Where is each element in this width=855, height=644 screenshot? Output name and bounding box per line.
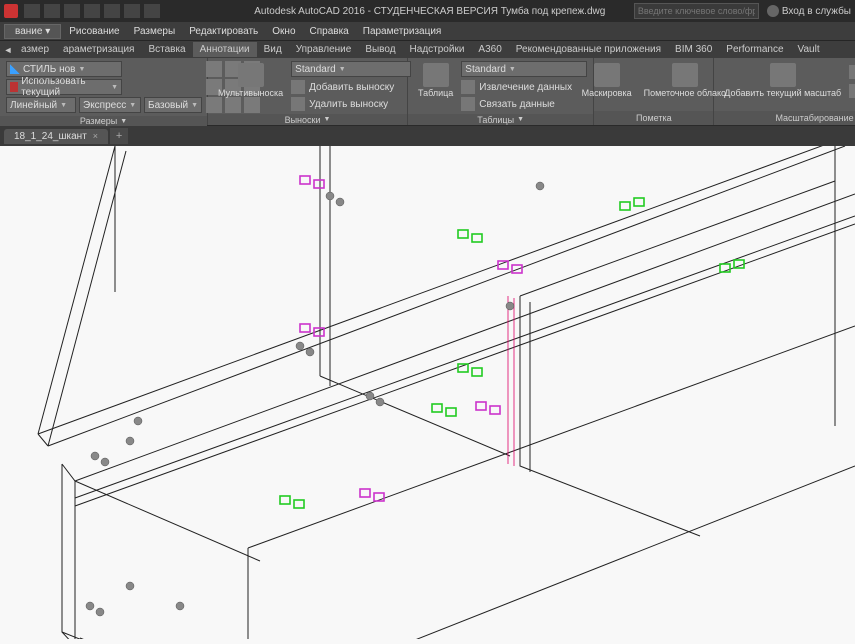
app-title: Autodesk AutoCAD 2016 - СТУДЕНЧЕСКАЯ ВЕР… (254, 6, 605, 17)
search-input[interactable] (634, 3, 759, 19)
remove-leader-button[interactable]: Удалить выноску (291, 97, 411, 111)
linear-combo[interactable]: Линейный▼ (6, 97, 76, 113)
menu-item[interactable]: вание ▾ (4, 24, 61, 39)
wipeout-icon (594, 63, 620, 87)
add-scale-icon (770, 63, 796, 87)
ribbon-tab[interactable]: Вид (257, 42, 289, 57)
sync-positions-icon (849, 84, 855, 98)
qat-button[interactable] (64, 4, 80, 18)
ribbon-panel-tables: Таблица Standard▼ Извлечение данных Связ… (408, 58, 594, 125)
ribbon-tab[interactable]: Вывод (358, 42, 402, 57)
qat-button[interactable] (144, 4, 160, 18)
menu-item[interactable]: Окно (266, 24, 301, 39)
new-tab-button[interactable]: + (110, 128, 128, 144)
drawing-canvas[interactable] (0, 146, 855, 639)
add-leader-button[interactable]: Добавить выноску (291, 80, 411, 94)
qat-button[interactable] (44, 4, 60, 18)
scale-list-button[interactable]: Список масштабов (849, 65, 855, 79)
scale-list-icon (849, 65, 855, 79)
use-current-label: Использовать текущий (21, 76, 108, 98)
ribbon-tab[interactable]: азмер (14, 42, 56, 57)
menu-item[interactable]: Параметризация (357, 24, 448, 39)
remove-leader-icon (291, 97, 305, 111)
add-leader-icon (291, 80, 305, 94)
close-icon[interactable]: × (93, 131, 98, 141)
base-combo[interactable]: Базовый▼ (144, 97, 202, 113)
layer-color-icon (10, 82, 18, 92)
menu-bar: вание ▾ Рисование Размеры Редактировать … (0, 22, 855, 40)
add-scale-button[interactable]: Добавить текущий масштаб (720, 61, 845, 101)
annotative-icon (10, 64, 20, 74)
link-data-icon (461, 97, 475, 111)
app-icon[interactable] (4, 4, 18, 18)
ribbon-panel-sizes: СТИЛЬ нов ▼ Использовать текущий ▼ Линей… (0, 58, 208, 125)
ribbon-tab[interactable]: Рекомендованные приложения (509, 42, 668, 57)
qat-button[interactable] (84, 4, 100, 18)
express-combo[interactable]: Экспресс▼ (79, 97, 141, 113)
qat-button[interactable] (104, 4, 120, 18)
base-label: Базовый (148, 100, 188, 111)
revcloud-icon (672, 63, 698, 87)
panel-title-sizes[interactable]: Размеры▼ (0, 116, 207, 126)
ribbon-panel-mark: Маскировка Пометочное облако Пометка (594, 58, 714, 125)
dim-style-combo[interactable]: СТИЛЬ нов ▼ (6, 61, 122, 77)
sync-positions-button[interactable]: Синх. положения (849, 84, 855, 98)
linear-label: Линейный (10, 100, 57, 111)
use-current-combo[interactable]: Использовать текущий ▼ (6, 79, 122, 95)
multileader-label: Мультивыноска (218, 89, 283, 99)
menu-item[interactable]: Рисование (63, 24, 125, 39)
ribbon-panel-scale: Добавить текущий масштаб Список масштабо… (714, 58, 855, 125)
multileader-button[interactable]: Мультивыноска (214, 61, 287, 101)
wipeout-label: Маскировка (582, 89, 632, 99)
table-button[interactable]: Таблица (414, 61, 457, 101)
ribbon-tab-annotations[interactable]: Аннотации (193, 42, 257, 57)
ribbon-tab[interactable]: араметризация (56, 42, 141, 57)
ribbon-tab[interactable]: Управление (289, 42, 359, 57)
ribbon-tab[interactable]: A360 (471, 42, 508, 57)
panel-title-leaders[interactable]: Выноски▼ (208, 114, 407, 125)
panel-title-scale: Масштабирование аннотаций (714, 111, 855, 125)
extract-data-button[interactable]: Извлечение данных (461, 80, 587, 94)
file-tab[interactable]: 18_1_24_шкант × (4, 129, 108, 144)
table-label: Таблица (418, 89, 453, 99)
panel-title-tables[interactable]: Таблицы▼ (408, 114, 593, 125)
login-button[interactable]: Вход в службы (767, 5, 851, 17)
file-tabs: 18_1_24_шкант × + (0, 126, 855, 146)
ribbon: СТИЛЬ нов ▼ Использовать текущий ▼ Линей… (0, 58, 855, 126)
title-bar: Autodesk AutoCAD 2016 - СТУДЕНЧЕСКАЯ ВЕР… (0, 0, 855, 22)
link-data-button[interactable]: Связать данные (461, 97, 587, 111)
panel-title-mark: Пометка (594, 111, 713, 125)
table-icon (423, 63, 449, 87)
user-icon (767, 5, 779, 17)
login-label: Вход в службы (782, 6, 851, 17)
extract-data-icon (461, 80, 475, 94)
ribbon-tab[interactable]: Vault (791, 42, 827, 57)
ribbon-tab[interactable]: Надстройки (403, 42, 472, 57)
wipeout-button[interactable]: Маскировка (578, 61, 636, 101)
ribbon-tabs: ◄ азмер араметризация Вставка Аннотации … (0, 40, 855, 58)
leader-style-combo[interactable]: Standard▼ (291, 61, 411, 77)
ribbon-panel-leaders: Мультивыноска Standard▼ Добавить выноску… (208, 58, 408, 125)
ribbon-tab[interactable]: Вставка (141, 42, 192, 57)
tabs-scroll-left-icon[interactable]: ◄ (2, 45, 14, 55)
menu-item[interactable]: Размеры (128, 24, 182, 39)
table-style-combo[interactable]: Standard▼ (461, 61, 587, 77)
quick-access-toolbar (24, 4, 160, 18)
multileader-icon (238, 63, 264, 87)
express-label: Экспресс (83, 100, 126, 111)
menu-item[interactable]: Редактировать (183, 24, 264, 39)
dim-style-label: СТИЛЬ нов (23, 64, 76, 75)
leader-style-label: Standard (295, 64, 336, 75)
ribbon-tab[interactable]: BIM 360 (668, 42, 719, 57)
file-tab-label: 18_1_24_шкант (14, 131, 87, 142)
qat-button[interactable] (124, 4, 140, 18)
table-style-label: Standard (465, 64, 506, 75)
qat-button[interactable] (24, 4, 40, 18)
ribbon-tab[interactable]: Performance (719, 42, 790, 57)
add-scale-label: Добавить текущий масштаб (724, 89, 841, 99)
menu-item[interactable]: Справка (304, 24, 355, 39)
